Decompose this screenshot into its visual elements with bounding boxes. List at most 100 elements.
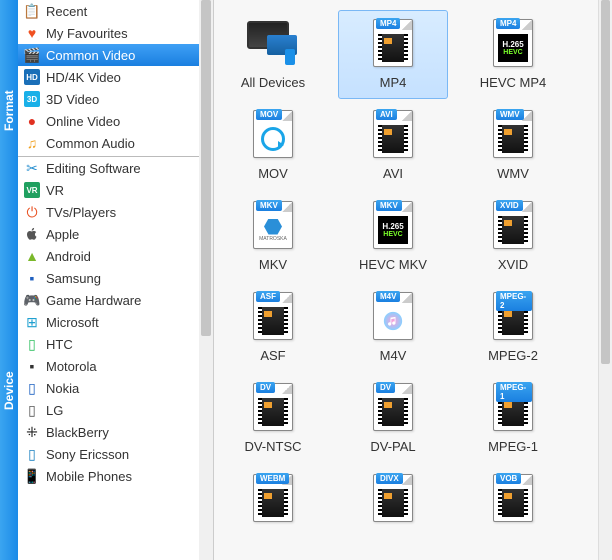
format-item-mpeg-2[interactable]: MPEG-2 MPEG-2 xyxy=(458,283,568,372)
sidebar-item-sony-ericsson[interactable]: ▯Sony Ericsson xyxy=(18,443,213,465)
format-item-mov[interactable]: MOV MOV xyxy=(218,101,328,190)
motorola-icon: ▪ xyxy=(24,358,40,374)
tab-device[interactable]: Device xyxy=(0,222,18,560)
format-icon: MKVMATROSKA xyxy=(241,197,305,253)
apple-icon xyxy=(24,226,40,242)
sidebar-item-microsoft[interactable]: ⊞Microsoft xyxy=(18,311,213,333)
sidebar-item-label: Sony Ericsson xyxy=(46,447,207,462)
format-item-mpeg-1[interactable]: MPEG-1MPEG-1 xyxy=(458,374,568,463)
sidebar-item-mobile-phones[interactable]: 📱Mobile Phones xyxy=(18,465,213,487)
sidebar-item-my-favourites[interactable]: ♥My Favourites xyxy=(18,22,213,44)
sidebar-item-lg[interactable]: ▯LG xyxy=(18,399,213,421)
format-item-webm[interactable]: WEBM xyxy=(218,465,328,535)
sidebar-item-3d-video[interactable]: 3D3D Video xyxy=(18,88,213,110)
sidebar-item-label: Editing Software xyxy=(46,161,207,176)
format-item-all-devices[interactable]: All Devices xyxy=(218,10,328,99)
sidebar-item-label: Online Video xyxy=(46,114,207,129)
sidebar-item-label: Recent xyxy=(46,4,207,19)
sidebar-item-motorola[interactable]: ▪Motorola xyxy=(18,355,213,377)
sidebar-item-vr[interactable]: VRVR xyxy=(18,179,213,201)
format-label: MKV xyxy=(259,257,287,272)
sidebar-item-hd-4k-video[interactable]: HDHD/4K Video xyxy=(18,66,213,88)
format-badge: VOB xyxy=(496,473,521,484)
format-label: MP4 xyxy=(380,75,407,90)
my-favourites-icon: ♥ xyxy=(24,25,40,41)
sidebar-scrollbar[interactable] xyxy=(199,0,213,560)
sidebar-item-htc[interactable]: ▯HTC xyxy=(18,333,213,355)
format-icon: MKVH.265HEVC xyxy=(361,197,425,253)
sidebar-item-samsung[interactable]: ▪Samsung xyxy=(18,267,213,289)
format-icon: AVI xyxy=(361,106,425,162)
content-scrollbar-thumb[interactable] xyxy=(601,0,610,364)
format-item-dv-pal[interactable]: DVDV-PAL xyxy=(338,374,448,463)
sidebar-item-label: BlackBerry xyxy=(46,425,207,440)
android-icon: ▲ xyxy=(24,248,40,264)
format-badge: MOV xyxy=(256,109,282,120)
format-label: MPEG-1 xyxy=(488,439,538,454)
format-icon xyxy=(241,15,305,71)
sidebar-item-label: Microsoft xyxy=(46,315,207,330)
format-label: HEVC MP4 xyxy=(480,75,546,90)
format-item-xvid[interactable]: XVID XVID xyxy=(458,192,568,281)
format-label: MOV xyxy=(258,166,288,181)
sidebar-item-common-audio[interactable]: ♫Common Audio xyxy=(18,132,213,154)
format-item-avi[interactable]: AVIAVI xyxy=(338,101,448,190)
online-video-icon: ● xyxy=(24,113,40,129)
sidebar-item-online-video[interactable]: ● Online Video xyxy=(18,110,213,132)
format-badge: M4V xyxy=(376,291,400,302)
sidebar-item-recent[interactable]: 📋 Recent xyxy=(18,0,213,22)
sidebar-item-common-video[interactable]: 🎬Common Video xyxy=(18,44,213,66)
sidebar-item-label: TVs/Players xyxy=(46,205,207,220)
format-badge: DIVX xyxy=(376,473,403,484)
sidebar-item-game-hardware[interactable]: 🎮Game Hardware xyxy=(18,289,213,311)
format-label: ASF xyxy=(260,348,285,363)
format-badge: MP4 xyxy=(376,18,400,29)
mobile-phones-icon: 📱 xyxy=(24,468,40,484)
format-label: DV-PAL xyxy=(370,439,415,454)
format-badge: XVID xyxy=(496,200,523,211)
format-icon: VOB xyxy=(481,470,545,526)
format-item-dv-ntsc[interactable]: DVDV-NTSC xyxy=(218,374,328,463)
format-label: MPEG-2 xyxy=(488,348,538,363)
format-item-hevc-mp4[interactable]: MP4H.265HEVC HEVC MP4 xyxy=(458,10,568,99)
format-label: DV-NTSC xyxy=(244,439,301,454)
sidebar-item-label: Apple xyxy=(46,227,207,242)
nokia-icon: ▯ xyxy=(24,380,40,396)
format-item-mkv[interactable]: MKVMATROSKAMKV xyxy=(218,192,328,281)
htc-icon: ▯ xyxy=(24,336,40,352)
format-badge: MP4 xyxy=(496,18,520,29)
format-badge: WEBM xyxy=(256,473,289,484)
format-icon: MOV xyxy=(241,106,305,162)
tab-format[interactable]: Format xyxy=(0,0,18,222)
format-grid-panel: All DevicesMP4MP4MP4H.265HEVCHEVC MP4MOV… xyxy=(214,0,612,560)
format-label: WMV xyxy=(497,166,529,181)
format-item-asf[interactable]: ASF ASF xyxy=(218,283,328,372)
sidebar-item-label: Nokia xyxy=(46,381,207,396)
format-label: XVID xyxy=(498,257,528,272)
sidebar-section-device: ✂Editing SoftwareVRVR ⏻ TVs/Players Apple ▲A… xyxy=(18,157,213,489)
format-badge: MKV xyxy=(256,200,282,211)
format-item-vob[interactable]: VOB xyxy=(458,465,568,535)
format-badge: ASF xyxy=(256,291,280,302)
recent-icon: 📋 xyxy=(24,3,40,19)
format-icon: MP4H.265HEVC xyxy=(481,15,545,71)
sidebar-item-apple[interactable]: Apple xyxy=(18,223,213,245)
format-item-hevc-mkv[interactable]: MKVH.265HEVCHEVC MKV xyxy=(338,192,448,281)
sidebar-item-blackberry[interactable]: ⁜BlackBerry xyxy=(18,421,213,443)
format-icon: WMV xyxy=(481,106,545,162)
format-item-mp4[interactable]: MP4 MP4 xyxy=(338,10,448,99)
tvs-players-icon: ⏻ xyxy=(24,204,40,220)
common-audio-icon: ♫ xyxy=(24,135,40,151)
sidebar-item-android[interactable]: ▲Android xyxy=(18,245,213,267)
format-item-wmv[interactable]: WMV WMV xyxy=(458,101,568,190)
format-badge: MPEG-2 xyxy=(496,291,532,311)
sidebar-item-editing-software[interactable]: ✂Editing Software xyxy=(18,157,213,179)
format-icon: MP4 xyxy=(361,15,425,71)
sidebar-scrollbar-thumb[interactable] xyxy=(201,0,211,336)
format-item-m4v[interactable]: M4VM4V xyxy=(338,283,448,372)
sidebar-item-tvs-players[interactable]: ⏻ TVs/Players xyxy=(18,201,213,223)
sidebar-item-nokia[interactable]: ▯ Nokia xyxy=(18,377,213,399)
sidebar-item-label: Common Video xyxy=(46,48,207,63)
format-item-divx[interactable]: DIVX xyxy=(338,465,448,535)
content-scrollbar[interactable] xyxy=(598,0,612,560)
